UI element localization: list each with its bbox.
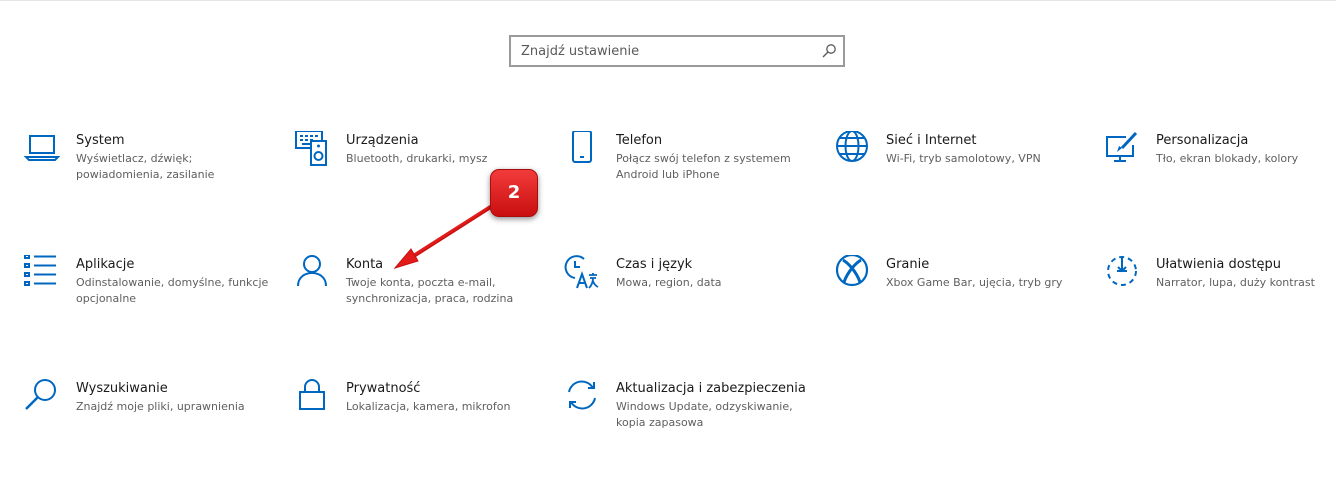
search-icon[interactable] [821,43,837,59]
tile-description: Połącz swój telefon z systemem Android l… [616,152,791,181]
tile-description: Wi-Fi, tryb samolotowy, VPN [886,152,1041,165]
tile-apps[interactable]: Aplikacje Odinstalowanie, domyślne, funk… [24,255,274,355]
tile-title: Wyszukiwanie [76,381,168,396]
settings-search-box[interactable] [509,35,845,67]
annotation-badge: 2 [490,169,538,217]
tile-gaming[interactable]: Granie Xbox Game Bar, ujęcia, tryb gry [834,255,1084,355]
tile-privacy[interactable]: Prywatność Lokalizacja, kamera, mikrofon [294,379,544,479]
tile-title: System [76,133,125,148]
tile-description: Narrator, lupa, duży kontrast [1156,276,1315,289]
time-language-icon [564,255,599,289]
tile-search[interactable]: Wyszukiwanie Znajdź moje pliki, uprawnie… [24,379,274,479]
tile-title: Ułatwienia dostępu [1156,257,1282,272]
globe-icon [836,131,868,162]
tile-title: Aplikacje [76,257,135,272]
tile-update-security[interactable]: Aktualizacja i zabezpieczenia Windows Up… [564,379,814,479]
search-input[interactable] [511,37,821,65]
tile-time-language[interactable]: Czas i język Mowa, region, data [564,255,814,355]
laptop-icon [24,135,60,161]
tile-description: Odinstalowanie, domyślne, funkcje opcjon… [76,276,269,305]
devices-icon [295,131,327,166]
tile-system[interactable]: System Wyświetlacz, dźwięk; powiadomieni… [24,131,274,231]
person-icon [297,255,327,287]
personalization-icon [1106,131,1138,162]
phone-icon [572,131,592,163]
lock-icon [299,379,325,410]
tile-description: Windows Update, odzyskiwanie, kopia zapa… [616,400,793,429]
top-divider [0,0,1336,1]
tile-accessibility[interactable]: Ułatwienia dostępu Narrator, lupa, duży … [1104,255,1336,355]
search-icon [25,379,56,410]
tile-title: Personalizacja [1156,133,1249,148]
tile-description: Wyświetlacz, dźwięk; powiadomienia, zasi… [76,152,215,181]
tile-title: Konta [346,257,384,272]
tile-title: Urządzenia [346,133,419,148]
tile-description: Mowa, region, data [616,276,722,289]
tile-description: Xbox Game Bar, ujęcia, tryb gry [886,276,1063,289]
tile-description: Twoje konta, poczta e-mail, synchronizac… [346,276,514,305]
tile-title: Telefon [616,133,663,148]
apps-list-icon [24,255,56,286]
tile-accounts[interactable]: Konta Twoje konta, poczta e-mail, synchr… [294,255,544,355]
tile-network[interactable]: Sieć i Internet Wi-Fi, tryb samolotowy, … [834,131,1084,231]
tile-phone[interactable]: Telefon Połącz swój telefon z systemem A… [564,131,814,231]
xbox-icon [835,255,869,287]
update-icon [568,380,596,410]
tile-personalization[interactable]: Personalizacja Tło, ekran blokady, kolor… [1104,131,1336,231]
tile-title: Sieć i Internet [886,133,977,148]
tile-description: Znajdź moje pliki, uprawnienia [76,400,245,413]
tile-description: Tło, ekran blokady, kolory [1156,152,1299,165]
tile-description: Bluetooth, drukarki, mysz [346,152,488,165]
tile-description: Lokalizacja, kamera, mikrofon [346,400,511,413]
accessibility-icon [1107,256,1137,286]
tile-title: Prywatność [346,381,421,396]
tile-title: Granie [886,257,930,272]
tile-title: Czas i język [616,257,693,272]
tile-title: Aktualizacja i zabezpieczenia [616,381,806,396]
